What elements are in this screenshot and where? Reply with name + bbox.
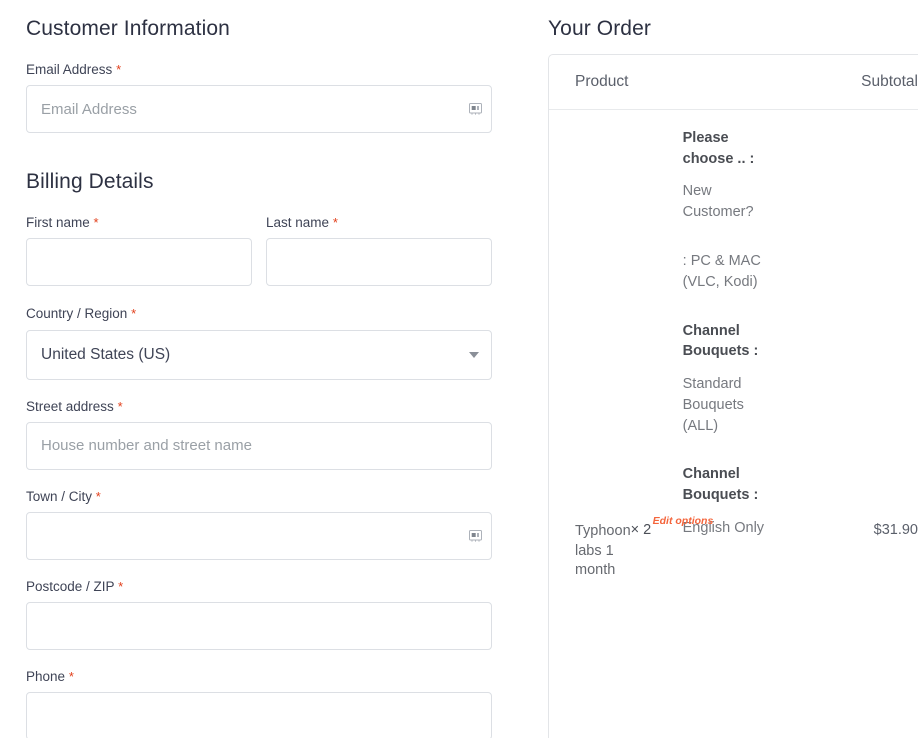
edit-options-link[interactable]: Edit options <box>653 515 714 528</box>
field-first-name: First name * <box>26 215 252 287</box>
postcode-input[interactable] <box>26 602 492 651</box>
field-postcode: Postcode / ZIP * <box>26 579 492 651</box>
email-label-text: Email Address <box>26 62 113 77</box>
postcode-label: Postcode / ZIP * <box>26 579 492 595</box>
order-item-name: Typhoon labs 1 month <box>575 523 631 579</box>
town-city-input[interactable] <box>26 511 492 560</box>
email-input-wrap <box>26 85 492 134</box>
country-selected-value: United States (US) <box>41 345 171 363</box>
street-address-required-mark: * <box>117 398 123 414</box>
order-item-options: Please choose .. : New Customer? : PC & … <box>683 122 783 581</box>
street-address-label: Street address * <box>26 399 492 415</box>
country-label: Country / Region * <box>26 306 492 322</box>
order-item-quantity: × 2 <box>630 522 652 538</box>
phone-input[interactable] <box>26 692 492 738</box>
billing-form-column: Customer Information Email Address * Bi <box>26 0 492 738</box>
field-last-name: Last name * <box>266 215 492 287</box>
option-title: Channel Bouquets : <box>682 322 759 360</box>
phone-label-text: Phone <box>26 669 66 685</box>
field-street-address: Street address * <box>26 399 492 470</box>
field-country: Country / Region * United States (US) <box>26 306 492 380</box>
street-address-input-wrap <box>26 421 492 470</box>
first-name-input[interactable] <box>26 238 252 287</box>
email-label: Email Address * <box>26 62 492 78</box>
option-value: : PC & MAC (VLC, Kodi) <box>682 252 761 290</box>
town-city-label: Town / City * <box>26 489 492 505</box>
order-table-header: Product Subtotal <box>549 55 918 110</box>
phone-label: Phone * <box>26 669 492 685</box>
checkout-page: Customer Information Email Address * Bi <box>0 0 918 738</box>
option-value: Standard Bouquets (ALL) <box>682 375 744 434</box>
email-input[interactable] <box>26 85 492 134</box>
chevron-down-icon <box>469 351 479 358</box>
field-town-city: Town / City * <box>26 489 492 560</box>
town-city-input-wrap <box>26 511 492 560</box>
email-required-mark: * <box>116 62 122 77</box>
last-name-input[interactable] <box>266 238 492 287</box>
last-name-label-text: Last name <box>266 215 330 231</box>
postcode-required-mark: * <box>118 578 124 594</box>
your-order-heading: Your Order <box>548 17 651 40</box>
billing-details-heading: Billing Details <box>26 170 154 194</box>
order-summary-column: Your Order Product Subtotal Typhoon labs… <box>548 0 918 738</box>
town-city-label-text: Town / City <box>26 488 93 504</box>
last-name-label: Last name * <box>266 215 492 231</box>
order-line-item: Typhoon labs 1 month × 2 Edit options Pl… <box>549 110 918 581</box>
column-header-subtotal: Subtotal <box>861 73 918 90</box>
postcode-label-text: Postcode / ZIP <box>26 578 115 594</box>
order-item-price: $31.90 <box>873 522 918 538</box>
field-email: Email Address * <box>26 62 492 134</box>
street-address-input[interactable] <box>26 421 492 470</box>
option-value: New Customer? <box>682 183 754 221</box>
last-name-required-mark: * <box>332 215 338 231</box>
phone-required-mark: * <box>68 669 74 685</box>
customer-information-heading: Customer Information <box>26 17 230 40</box>
street-address-label-text: Street address <box>26 398 114 414</box>
order-item-quantity-cell: × 2 Edit options <box>630 122 714 581</box>
country-select-wrap[interactable]: United States (US) <box>26 329 492 380</box>
option-title: Channel Bouquets : <box>682 466 759 504</box>
country-required-mark: * <box>131 306 137 322</box>
town-city-required-mark: * <box>95 488 101 504</box>
name-row: First name * Last name * <box>26 215 492 287</box>
order-review-table: Product Subtotal Typhoon labs 1 month × … <box>548 54 918 738</box>
country-select[interactable]: United States (US) <box>26 329 492 380</box>
field-phone: Phone * <box>26 669 492 738</box>
option-title: Please choose .. : <box>682 130 755 167</box>
first-name-label: First name * <box>26 215 252 231</box>
country-label-text: Country / Region <box>26 306 128 322</box>
first-name-required-mark: * <box>93 215 99 231</box>
first-name-label-text: First name <box>26 215 90 231</box>
column-header-product: Product <box>575 73 629 90</box>
